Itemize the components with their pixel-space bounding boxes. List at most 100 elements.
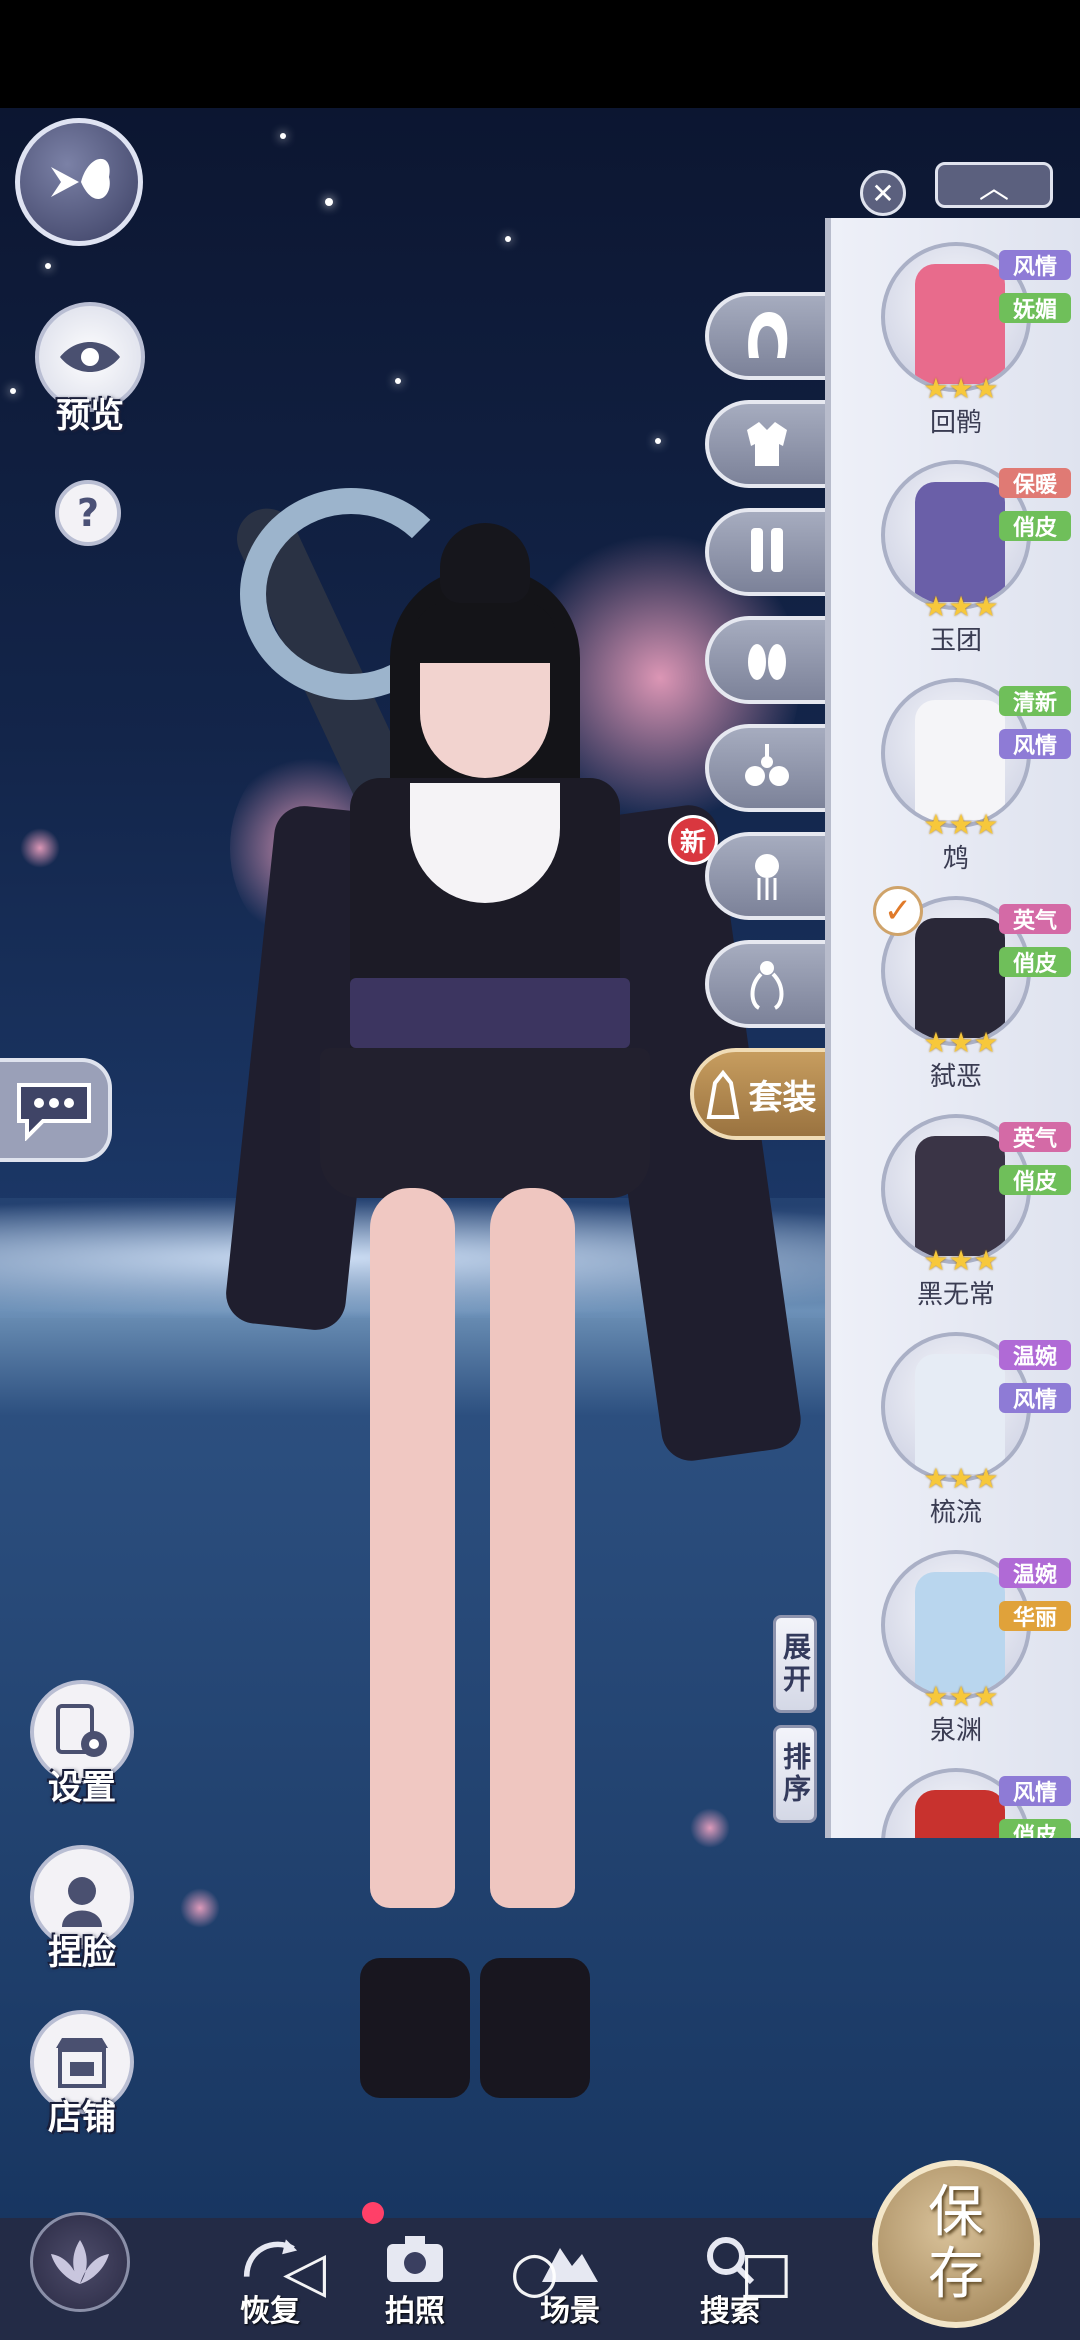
top-garment-icon bbox=[747, 422, 787, 466]
outfit-style-tag: 保暖 bbox=[999, 468, 1071, 498]
chevron-up-icon: ︿ bbox=[979, 171, 1009, 206]
outfit-garment-image bbox=[915, 1572, 1005, 1692]
player-character[interactable] bbox=[220, 488, 805, 2128]
outfit-name: 弑恶 bbox=[929, 1062, 982, 1092]
outfit-garment-image bbox=[915, 1136, 1005, 1256]
outfit-item[interactable]: 清新 风情 ★★★ 鸩 bbox=[831, 678, 1080, 888]
stockings-icon bbox=[751, 528, 783, 572]
outfit-garment-image bbox=[915, 918, 1005, 1038]
shoes-icon bbox=[748, 644, 786, 680]
character-hair-bun bbox=[440, 523, 530, 603]
outfit-rating-stars: ★★★ bbox=[923, 1680, 999, 1713]
outfit-item[interactable]: 温婉风情 ★★★ 梳流 bbox=[831, 1332, 1080, 1542]
outfit-item[interactable]: 温婉 华丽 ★★★ 泉渊 bbox=[831, 1550, 1080, 1760]
system-back-icon[interactable]: ◁ bbox=[283, 2240, 326, 2305]
tab-hair[interactable] bbox=[705, 292, 825, 380]
system-recents-icon[interactable]: □ bbox=[740, 2240, 793, 2305]
star bbox=[280, 133, 286, 139]
lotus-menu-button[interactable] bbox=[30, 2212, 130, 2312]
blossom-petal bbox=[180, 1888, 220, 1928]
character-belt bbox=[350, 978, 630, 1048]
outfit-rating-stars: ★★★ bbox=[923, 1462, 999, 1495]
chat-button[interactable] bbox=[0, 1058, 112, 1162]
close-panel-button[interactable]: ✕ bbox=[860, 170, 906, 216]
lotus-icon bbox=[51, 2240, 109, 2284]
outfit-item[interactable]: 保暖 俏皮 ★★★ 玉团 bbox=[831, 460, 1080, 670]
back-button[interactable] bbox=[15, 118, 143, 246]
outfit-panel[interactable]: 风情 妩媚 ★★★ 回鹘 保暖 俏皮 ★★★ 玉团 清新 风情 ★★★ 鸩英气 俏皮 ★★★ 弑恶 ✓ 英气 俏皮… bbox=[825, 218, 1080, 1838]
outfit-style-tag: 俏皮 bbox=[999, 1165, 1071, 1195]
sort-label: 排序 bbox=[779, 1742, 812, 1806]
tab-hairpin[interactable] bbox=[705, 832, 825, 920]
outfit-rating-stars: ★★★ bbox=[923, 1244, 999, 1277]
outfit-style-tag: 俏皮 bbox=[999, 511, 1071, 541]
outfit-style-tag: 风情 bbox=[999, 1776, 1071, 1806]
blossom-petal bbox=[20, 828, 60, 868]
hairpin-icon bbox=[755, 854, 779, 900]
outfit-name: 回鹘 bbox=[929, 408, 982, 438]
bells-icon bbox=[745, 744, 789, 786]
system-home-icon[interactable]: ○ bbox=[510, 2240, 559, 2305]
save-button[interactable]: 保 存 bbox=[872, 2160, 1040, 2328]
tab-accessory[interactable] bbox=[705, 724, 825, 812]
character-shorts bbox=[320, 1048, 650, 1198]
outfit-style-tag: 英气 bbox=[999, 1122, 1071, 1152]
star bbox=[45, 263, 51, 269]
outfit-style-tag: 英气 bbox=[999, 904, 1071, 934]
photo-button[interactable]: 拍照 bbox=[345, 2230, 485, 2330]
outfit-item[interactable]: 风情 妩媚 ★★★ 回鹘 bbox=[831, 242, 1080, 452]
tab-shoes[interactable] bbox=[705, 616, 825, 704]
outfit-garment-image bbox=[915, 1790, 1005, 1838]
close-icon: ✕ bbox=[871, 176, 895, 210]
outfit-item[interactable]: 英气俏皮 ★★★ 黑无常 bbox=[831, 1114, 1080, 1324]
new-badge-label: 新 bbox=[679, 827, 706, 858]
outfit-rating-stars: ★★★ bbox=[923, 372, 999, 405]
preview-label: 预览 bbox=[56, 396, 124, 436]
outfit-name: 梳流 bbox=[929, 1498, 982, 1528]
outfit-rating-stars: ★★★ bbox=[923, 808, 999, 841]
face-edit-label: 捏脸 bbox=[48, 1933, 116, 1973]
outfit-garment-image bbox=[915, 700, 1005, 820]
outfit-item[interactable]: 风情 俏皮 bbox=[831, 1768, 1080, 1838]
outfit-style-tag: 华丽 bbox=[999, 1601, 1071, 1631]
save-label-top: 保 bbox=[928, 2180, 984, 2246]
outfit-set-icon bbox=[706, 1069, 739, 1119]
outfit-style-tag: 风情 bbox=[999, 1383, 1071, 1413]
sort-button[interactable]: 排序 bbox=[773, 1725, 817, 1823]
outfit-name: 玉团 bbox=[929, 626, 982, 656]
hair-icon bbox=[748, 312, 788, 358]
tab-backpiece[interactable] bbox=[705, 940, 825, 1028]
tab-legwear[interactable] bbox=[705, 508, 825, 596]
tab-top[interactable] bbox=[705, 400, 825, 488]
outfit-set-label: 套装 bbox=[748, 1077, 817, 1118]
star bbox=[655, 438, 661, 444]
character-shoe-right bbox=[480, 1958, 590, 2098]
outfit-style-tag: 俏皮 bbox=[999, 947, 1071, 977]
outfit-garment-image bbox=[915, 264, 1005, 384]
ribbon-icon bbox=[750, 961, 784, 1010]
photo-label: 拍照 bbox=[385, 2294, 445, 2329]
tab-outfit-set[interactable]: 套装 bbox=[690, 1048, 825, 1140]
outfit-rating-stars: ★★★ bbox=[923, 1026, 999, 1059]
help-button[interactable]: ? bbox=[55, 480, 121, 546]
outfit-style-tag: 清新 bbox=[999, 686, 1071, 716]
outfit-style-tag: 妩媚 bbox=[999, 293, 1071, 323]
character-leg-left bbox=[370, 1188, 455, 1908]
outfit-style-tag: 温婉 bbox=[999, 1558, 1071, 1588]
expand-label: 展开 bbox=[779, 1632, 812, 1696]
star bbox=[325, 198, 333, 206]
expand-button[interactable]: 展开 bbox=[773, 1615, 817, 1713]
face-portrait-icon bbox=[62, 1877, 102, 1927]
star bbox=[395, 378, 401, 384]
star bbox=[505, 236, 511, 242]
chat-bubble-icon bbox=[17, 1083, 91, 1141]
settings-label: 设置 bbox=[48, 1768, 116, 1808]
outfit-style-tag: 温婉 bbox=[999, 1340, 1071, 1370]
outfit-item[interactable]: 英气俏皮 ★★★ 弑恶 ✓ bbox=[831, 886, 1080, 1106]
star bbox=[10, 388, 16, 394]
save-label-bottom: 存 bbox=[928, 2242, 984, 2307]
outfit-name: 黑无常 bbox=[916, 1280, 995, 1310]
selected-check-icon: ✓ bbox=[873, 886, 923, 936]
eye-icon bbox=[60, 342, 120, 372]
collapse-panel-button[interactable]: ︿ bbox=[935, 162, 1053, 208]
